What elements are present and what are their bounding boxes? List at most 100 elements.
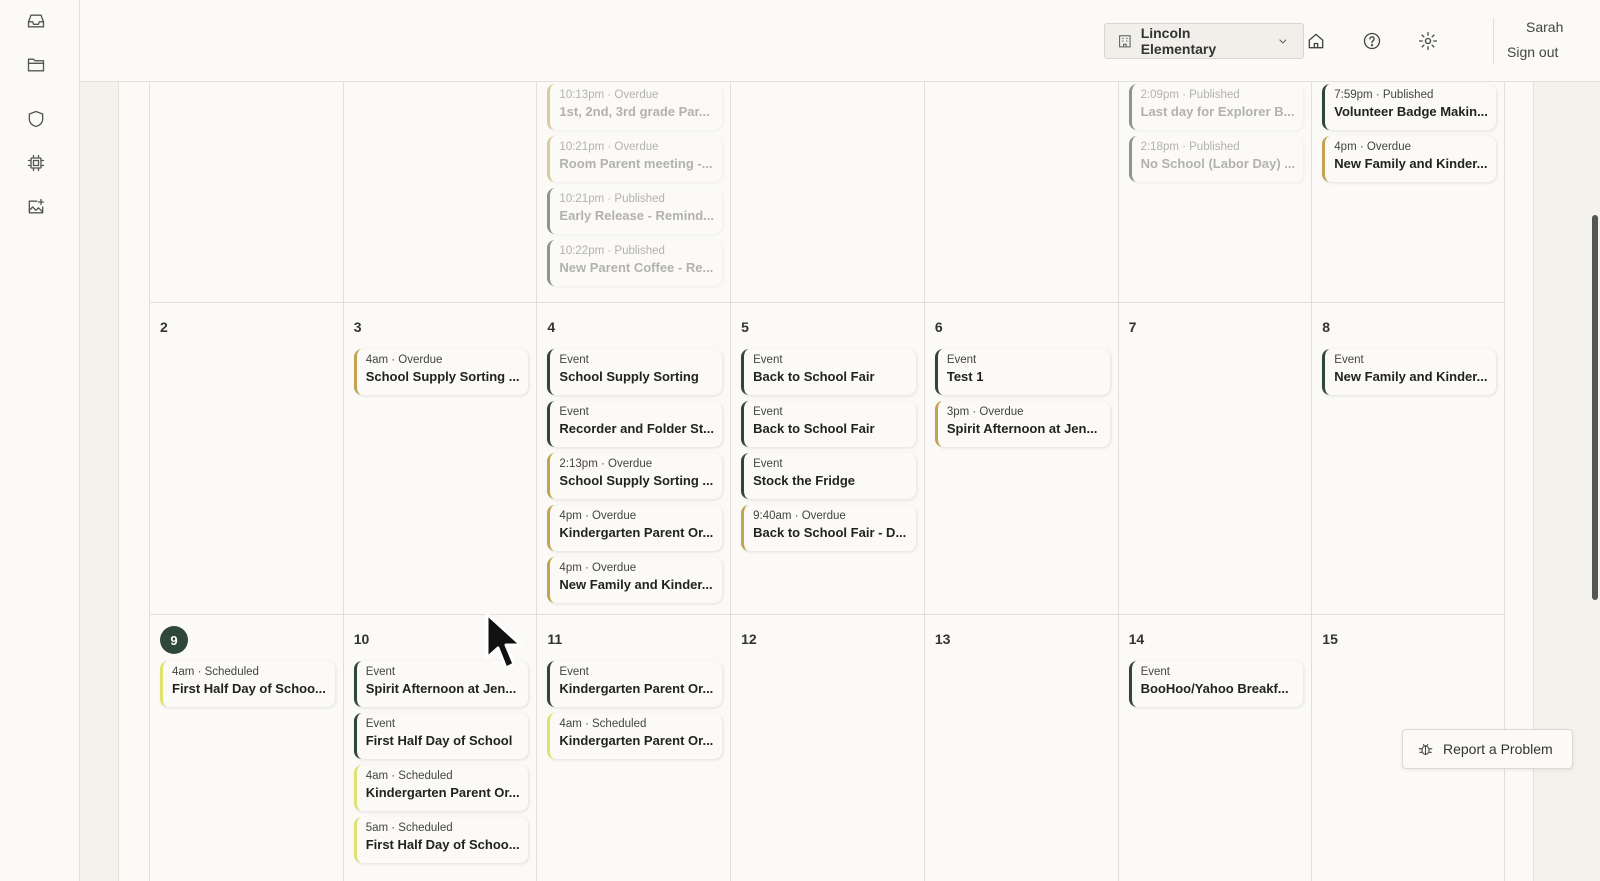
sign-out-link[interactable]: Sign out <box>1507 44 1558 60</box>
event-title: Kindergarten Parent Or... <box>559 733 714 748</box>
calendar-event-card[interactable]: Event Recorder and Folder St... <box>547 401 723 447</box>
gear-icon[interactable] <box>1417 30 1439 52</box>
calendar-day-cell[interactable]: 5 Event Back to School Fair Event Back to Sc… <box>730 303 924 614</box>
event-meta: 2:09pm · Published <box>1140 89 1240 101</box>
calendar-event-card[interactable]: 4am · Scheduled Kindergarten Parent Or... <box>353 765 529 811</box>
calendar-day-cell[interactable]: 4 Event School Supply Sorting Event Recorder… <box>536 303 730 614</box>
calendar-day-cell[interactable]: 2:09pm · Published Last day for Explorer … <box>1117 82 1312 302</box>
calendar-event-card[interactable]: 2:13pm · Overdue School Supply Sorting ..… <box>547 453 723 499</box>
event-title: First Half Day of School <box>365 733 513 748</box>
event-title: First Half Day of Schoo... <box>365 837 520 852</box>
calendar-event-card[interactable]: 4pm · Overdue Kindergarten Parent Or... <box>547 505 723 551</box>
calendar-event-card[interactable]: 4am · Overdue School Supply Sorting ... <box>353 349 529 395</box>
calendar-event-card[interactable]: Event Kindergarten Parent Or... <box>547 661 723 707</box>
event-title: Last day for Explorer B... <box>1140 104 1295 119</box>
calendar-event-card[interactable]: 10:22pm · Published New Parent Coffee - R… <box>547 240 723 286</box>
calendar-week: 9 4am · Scheduled First Half Day of Schoo.… <box>149 614 1505 881</box>
event-meta: 10:21pm · Overdue <box>559 141 659 153</box>
event-title: New Family and Kinder... <box>1334 369 1488 384</box>
image-add-icon[interactable] <box>25 196 47 218</box>
day-number: 13 <box>934 631 951 647</box>
calendar-event-card[interactable]: 4pm · Overdue New Family and Kinder... <box>547 557 723 603</box>
day-number: 15 <box>1322 631 1338 647</box>
report-problem-button[interactable]: Report a Problem <box>1402 729 1573 769</box>
calendar-day-cell[interactable]: 6 Event Test 1 3pm · Overdue Spirit Afternoo… <box>923 303 1118 614</box>
calendar-week: 2 3 4am · Overdue School Supply Sorting ...… <box>149 302 1505 614</box>
event-meta: 4pm · Overdue <box>559 510 637 522</box>
event-title: Back to School Fair <box>753 421 875 436</box>
day-number: 14 <box>1128 631 1145 647</box>
event-title: First Half Day of Schoo... <box>172 681 326 696</box>
calendar-event-card[interactable]: 10:21pm · Published Early Release - Remin… <box>547 188 723 234</box>
calendar-event-card[interactable]: 3pm · Overdue Spirit Afternoon at Jen... <box>934 401 1110 447</box>
inbox-icon[interactable] <box>25 10 47 32</box>
calendar-event-card[interactable]: Event BooHoo/Yahoo Breakf... <box>1128 661 1304 707</box>
event-title: New Family and Kinder... <box>559 577 713 592</box>
event-meta: 10:13pm · Overdue <box>559 89 659 101</box>
calendar-day-cell[interactable]: 7 <box>1117 303 1312 614</box>
header-divider <box>1493 18 1494 64</box>
scrollbar-thumb[interactable] <box>1592 215 1598 600</box>
event-meta: 4pm · Overdue <box>1334 141 1411 153</box>
calendar-day-cell[interactable]: 13 <box>923 615 1118 881</box>
calendar-event-card[interactable]: 7:59pm · Published Volunteer Badge Makin.… <box>1322 84 1496 130</box>
shield-icon[interactable] <box>25 108 47 130</box>
event-meta: 2:13pm · Overdue <box>559 458 653 470</box>
school-selector[interactable]: Lincoln Elementary <box>1104 23 1304 59</box>
calendar-day-cell[interactable] <box>342 82 537 302</box>
home-icon[interactable] <box>1305 30 1327 52</box>
event-title: New Family and Kinder... <box>1334 156 1488 171</box>
day-number: 9 <box>160 626 335 654</box>
calendar-event-card[interactable]: 2:09pm · Published Last day for Explorer … <box>1128 84 1304 130</box>
calendar-event-card[interactable]: 10:13pm · Overdue 1st, 2nd, 3rd grade Par… <box>547 84 723 130</box>
calendar-event-card[interactable]: Event Back to School Fair <box>741 401 916 447</box>
calendar-event-card[interactable]: Event Back to School Fair <box>741 349 916 395</box>
event-title: Back to School Fair <box>753 369 875 384</box>
calendar-event-card[interactable]: Event Stock the Fridge <box>741 453 916 499</box>
calendar-event-card[interactable]: Event School Supply Sorting <box>547 349 723 395</box>
calendar-day-cell[interactable]: 8 Event New Family and Kinder... <box>1311 303 1505 614</box>
calendar-day-cell[interactable]: 2 <box>149 303 343 614</box>
event-title: Back to School Fair - D... <box>753 525 907 540</box>
calendar-day-cell[interactable]: 10:13pm · Overdue 1st, 2nd, 3rd grade Par… <box>536 82 730 302</box>
event-title: Volunteer Badge Makin... <box>1334 104 1488 119</box>
calendar-day-cell[interactable]: 3 4am · Overdue School Supply Sorting ... <box>342 303 537 614</box>
event-meta: 4am · Scheduled <box>559 718 647 730</box>
calendar-day-cell[interactable]: 9 4am · Scheduled First Half Day of Schoo.… <box>149 615 343 881</box>
folder-icon[interactable] <box>25 54 47 76</box>
calendar-event-card[interactable]: 5am · Scheduled First Half Day of Schoo..… <box>353 817 529 863</box>
help-icon[interactable] <box>1361 30 1383 52</box>
calendar-day-cell[interactable] <box>923 82 1118 302</box>
event-title: Recorder and Folder St... <box>559 421 715 436</box>
calendar-day-cell[interactable] <box>730 82 924 302</box>
event-title: Kindergarten Parent Or... <box>559 525 714 540</box>
calendar-week: 10:13pm · Overdue 1st, 2nd, 3rd grade Par… <box>149 82 1505 302</box>
event-meta: Event <box>559 666 589 678</box>
calendar-day-cell[interactable] <box>149 82 343 302</box>
calendar-day-cell[interactable]: 14 Event BooHoo/Yahoo Breakf... <box>1117 615 1312 881</box>
event-meta: 5am · Scheduled <box>365 822 453 834</box>
calendar-event-card[interactable]: 4pm · Overdue New Family and Kinder... <box>1322 136 1496 182</box>
event-meta: Event <box>753 458 783 470</box>
chip-icon[interactable] <box>25 152 47 174</box>
calendar-event-card[interactable]: 9:40am · Overdue Back to School Fair - D.… <box>741 505 916 551</box>
top-header: Lincoln Elementary Sarah Sign out <box>80 0 1600 82</box>
calendar-day-cell[interactable]: 11 Event Kindergarten Parent Or... 4am · Sc… <box>536 615 730 881</box>
bug-icon <box>1418 743 1433 755</box>
calendar-event-card[interactable]: 4am · Scheduled First Half Day of Schoo..… <box>160 661 335 707</box>
day-number: 2 <box>160 319 168 335</box>
calendar-event-card[interactable]: 10:21pm · Overdue Room Parent meeting -..… <box>547 136 723 182</box>
calendar-event-card[interactable]: Event New Family and Kinder... <box>1322 349 1496 395</box>
calendar-event-card[interactable]: 4am · Scheduled Kindergarten Parent Or... <box>547 713 723 759</box>
calendar-event-card[interactable]: 2:18pm · Published No School (Labor Day) … <box>1128 136 1304 182</box>
calendar-event-card[interactable]: Event First Half Day of School <box>353 713 529 759</box>
calendar-event-card[interactable]: Event Test 1 <box>934 349 1110 395</box>
calendar-day-cell[interactable]: 12 <box>730 615 924 881</box>
day-number: 6 <box>934 319 943 335</box>
event-meta: Event <box>753 354 783 366</box>
school-selector-label: Lincoln Elementary <box>1140 25 1217 57</box>
calendar-day-cell[interactable]: 7:59pm · Published Volunteer Badge Makin.… <box>1311 82 1505 302</box>
event-meta: 4pm · Overdue <box>559 562 637 574</box>
event-meta: Event <box>559 406 589 418</box>
event-title: Stock the Fridge <box>753 473 855 488</box>
